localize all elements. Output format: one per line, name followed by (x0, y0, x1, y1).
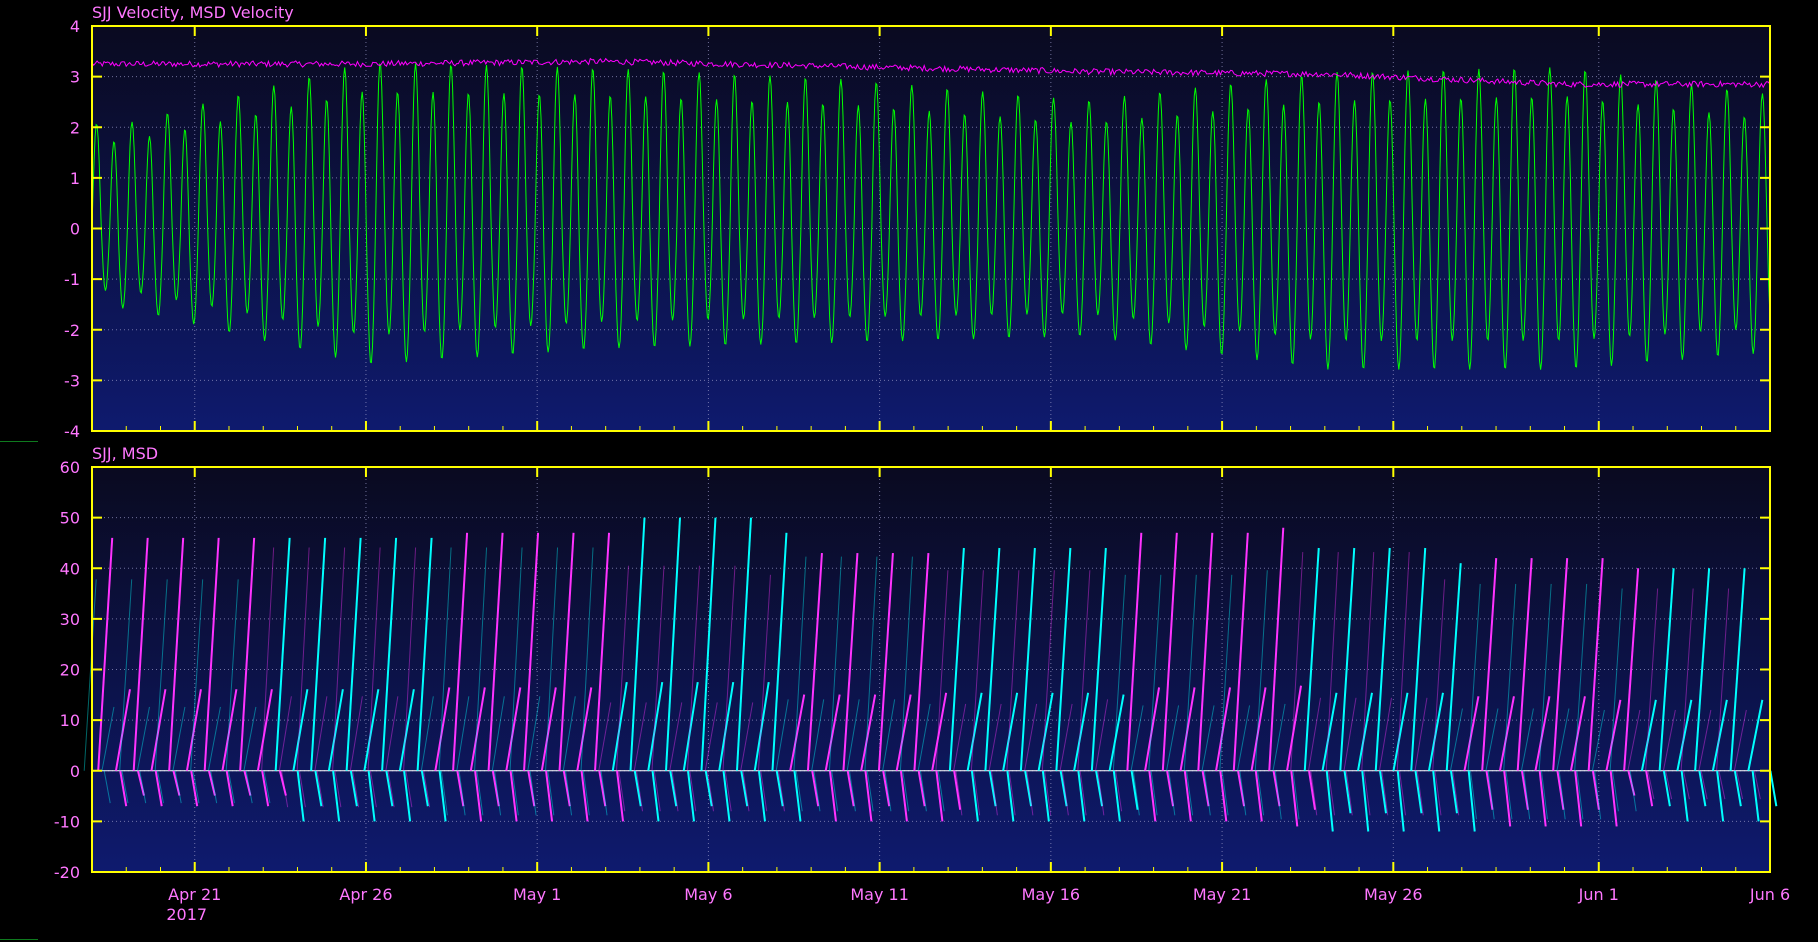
velocity-ytick-label: 3 (70, 68, 80, 87)
stage-ytick-label: 40 (60, 559, 80, 578)
x-tick-label: Jun 6 (1749, 885, 1790, 904)
velocity-ytick-label: -4 (64, 422, 80, 441)
stage-panel-background (92, 467, 1770, 872)
date-axis-labels: Apr 212017 Apr 26 May 1 May 6 May 11 May 16 Ma… (166, 885, 1790, 924)
x-tick-label: May 26 (1364, 885, 1423, 904)
x-tick-label: May 1 (513, 885, 561, 904)
x-tick-label: May 21 (1193, 885, 1252, 904)
velocity-ytick-label: 4 (70, 17, 80, 36)
stage-panel-title: SJJ, MSD (92, 444, 158, 463)
stage-panel: 60 50 40 30 20 10 0 -10 -20 SJJ, MSD (54, 444, 1778, 882)
x-year-label: 2017 (166, 905, 207, 924)
msd-drop (1769, 770, 1778, 807)
stage-ytick-label: -20 (54, 863, 80, 882)
stage-ytick-label: -10 (54, 812, 80, 831)
velocity-ytick-label: 0 (70, 220, 80, 239)
velocity-ytick-label: -2 (64, 321, 80, 340)
x-tick-label: May 16 (1022, 885, 1081, 904)
velocity-ytick-label: -3 (64, 371, 80, 390)
velocity-panel-title: SJJ Velocity, MSD Velocity (92, 3, 294, 22)
x-tick-label: Apr 21 (168, 885, 221, 904)
stage-ytick-label: 30 (60, 610, 80, 629)
x-tick-label: Apr 26 (339, 885, 392, 904)
x-tick-label: May 11 (850, 885, 909, 904)
stage-ytick-label: 20 (60, 661, 80, 680)
stage-ytick-label: 0 (70, 762, 80, 781)
velocity-ytick-label: 2 (70, 118, 80, 137)
velocity-ytick-label: -1 (64, 270, 80, 289)
plot-canvas: 43210-1-2-3-4 SJJ Velocity, MSD Velocity… (54, 3, 1790, 924)
velocity-ytick-label: 1 (70, 169, 80, 188)
x-tick-label: Jun 1 (1578, 885, 1619, 904)
velocity-panel: 4 3 2 1 0 -1 -2 -3 -4 SJJ Velocity, MSD Velocity (64, 3, 1771, 441)
stage-ytick-label: 50 (60, 509, 80, 528)
stage-ytick-label: 60 (60, 458, 80, 477)
stage-ytick-label: 10 (60, 711, 80, 730)
chart-window: 4 3 2 1 0 -1 -2 -3 -4 SJJ Velocity, MSD Velocity… (0, 0, 1818, 942)
x-tick-label: May 6 (684, 885, 732, 904)
